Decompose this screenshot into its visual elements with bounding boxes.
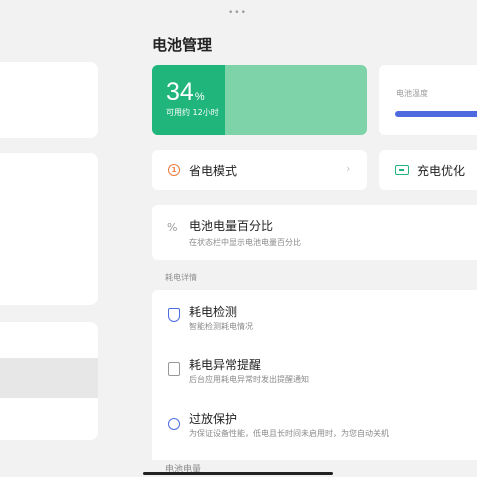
list-item[interactable]: 过放保护 为保证设备性能，低电且长时间未启用时，为您自动关机 bbox=[152, 396, 477, 452]
left-card[interactable] bbox=[0, 62, 98, 138]
battery-percentage-title: 电池电量百分比 bbox=[189, 219, 274, 233]
multitask-dots[interactable]: ••• bbox=[228, 8, 247, 18]
battery-percent-value: 34 bbox=[166, 78, 194, 106]
percent-icon: % bbox=[167, 221, 178, 234]
battery-percent: 34% bbox=[166, 78, 205, 107]
power-saving-mode-card[interactable]: 1 省电模式 › bbox=[152, 150, 367, 190]
charging-icon bbox=[395, 165, 409, 175]
battery-percentage-card[interactable]: % 电池电量百分比 在状态栏中显示电池电量百分比 bbox=[152, 205, 477, 260]
list-item-title: 过放保护 bbox=[189, 412, 238, 426]
left-selected-row[interactable] bbox=[0, 358, 98, 398]
section-label-consumption: 耗电详情 bbox=[165, 273, 197, 282]
battery-temperature-bar bbox=[395, 111, 477, 117]
list-item-subtitle: 智能检测耗电情况 bbox=[189, 322, 253, 331]
charging-optimization-label: 充电优化 bbox=[417, 164, 466, 178]
battery-percent-unit: % bbox=[194, 91, 205, 103]
list-item-subtitle: 后台应用耗电异常时发出提醒通知 bbox=[189, 375, 309, 384]
left-pane bbox=[0, 0, 114, 477]
shield-icon bbox=[168, 308, 180, 322]
alert-box-icon bbox=[168, 362, 180, 376]
power-saving-icon: 1 bbox=[168, 164, 180, 176]
battery-percentage-subtitle: 在状态栏中显示电池电量百分比 bbox=[189, 238, 301, 247]
charging-optimization-card[interactable]: 充电优化 bbox=[379, 150, 477, 190]
power-icon bbox=[168, 418, 180, 430]
left-card[interactable] bbox=[0, 153, 98, 305]
battery-remaining-time: 可用约 12小时 bbox=[166, 108, 219, 117]
battery-temperature-label: 电池温度 bbox=[396, 89, 428, 98]
power-saving-label: 省电模式 bbox=[189, 164, 238, 178]
list-item[interactable]: 耗电检测 智能检测耗电情况 bbox=[152, 290, 477, 342]
list-item-title: 耗电检测 bbox=[189, 305, 238, 319]
home-indicator[interactable] bbox=[143, 472, 333, 475]
consumption-details-card: 耗电检测 智能检测耗电情况 耗电异常提醒 后台应用耗电异常时发出提醒通知 过放保… bbox=[152, 290, 477, 460]
page-title: 电池管理 bbox=[152, 36, 213, 54]
battery-temperature-card[interactable]: 电池温度 bbox=[379, 65, 477, 135]
list-item[interactable]: 耗电异常提醒 后台应用耗电异常时发出提醒通知 bbox=[152, 342, 477, 396]
list-item-subtitle: 为保证设备性能，低电且长时间未启用时，为您自动关机 bbox=[189, 429, 389, 438]
list-item-title: 耗电异常提醒 bbox=[189, 358, 262, 372]
chevron-right-icon: › bbox=[346, 162, 351, 175]
battery-level-card: 34% 可用约 12小时 bbox=[152, 65, 367, 135]
